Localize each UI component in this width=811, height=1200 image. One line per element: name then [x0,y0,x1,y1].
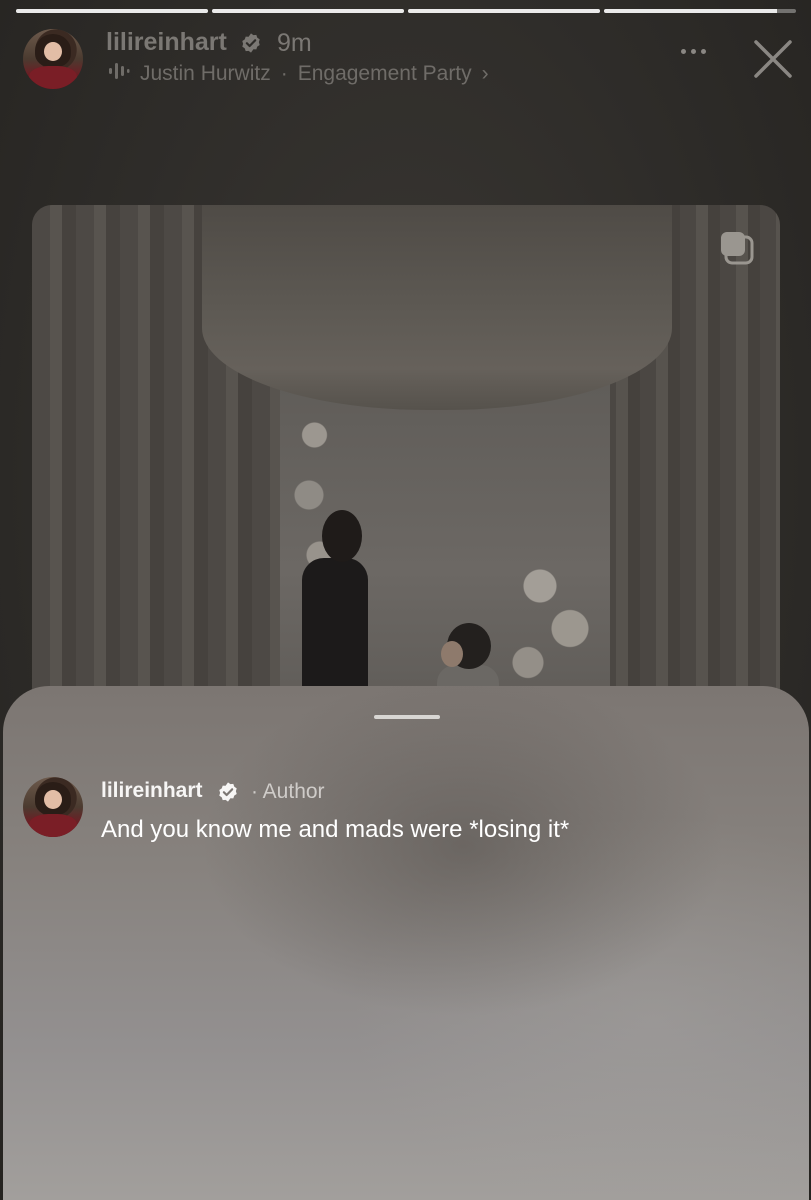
more-dots-icon[interactable] [681,49,706,54]
author-label: · Author [251,780,325,803]
verified-badge-icon [217,781,239,803]
comment-username[interactable]: lilireinhart [101,779,203,803]
music-attribution[interactable]: Justin Hurwitz · Engagement Party › [108,62,489,86]
story-username[interactable]: lilireinhart [106,28,227,57]
progress-segment [408,9,600,13]
sheet-drag-handle[interactable] [374,715,440,719]
music-track: Engagement Party [297,62,472,85]
close-icon[interactable] [752,38,794,80]
audio-waveform-icon [108,62,130,86]
music-artist: Justin Hurwitz [140,62,271,85]
story-progress [16,9,796,13]
avatar[interactable] [23,29,83,89]
flowers-right [492,535,612,705]
verified-badge-icon [240,32,262,54]
progress-segment [212,9,404,13]
story-photo[interactable] [32,205,780,765]
progress-segment [604,9,796,13]
comment-text: And you know me and mads were *losing it… [101,816,570,843]
progress-segment [16,9,208,13]
comment-sheet[interactable]: lilireinhart · Author And you know me an… [3,686,809,1200]
music-separator: · [280,62,288,85]
chevron-right-icon: › [481,62,489,85]
story-timestamp: 9m [277,29,312,57]
avatar[interactable] [23,777,83,837]
carousel-stack-icon [717,228,757,268]
drape [202,205,672,410]
